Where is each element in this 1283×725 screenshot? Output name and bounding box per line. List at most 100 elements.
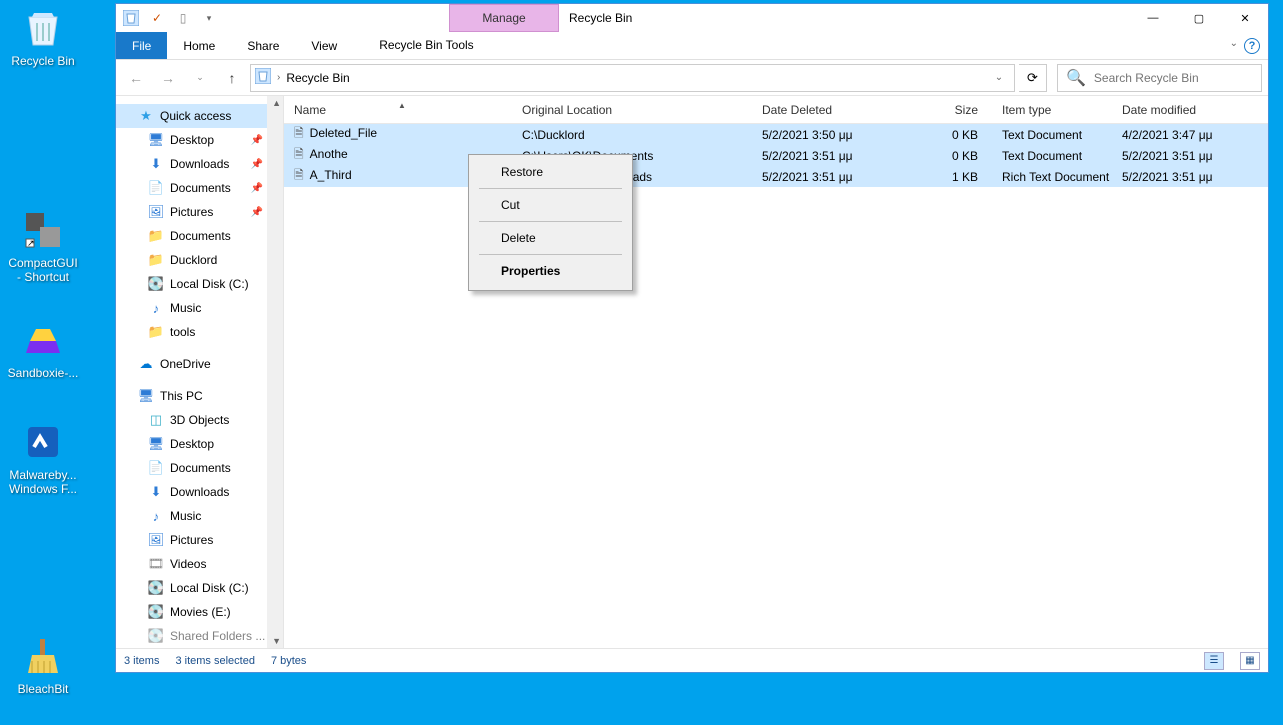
sidebar-item-desktop[interactable]: 🖥Desktop📌 (116, 128, 283, 152)
search-input[interactable] (1094, 71, 1253, 85)
ctx-properties[interactable]: Properties (471, 258, 630, 284)
sidebar-label: Movies (E:) (170, 605, 231, 619)
desktop-icon-compactgui[interactable]: ↗ CompactGUI - Shortcut (6, 206, 80, 285)
sidebar-label: Downloads (170, 485, 229, 499)
music-icon: ♪ (148, 300, 164, 316)
file-row[interactable]: 🗎Anothe C:\Users\OK\Documents 5/2/2021 3… (284, 145, 1268, 166)
ctx-restore[interactable]: Restore (471, 159, 630, 185)
sidebar-item-downloads[interactable]: ⬇Downloads📌 (116, 152, 283, 176)
tab-home[interactable]: Home (167, 32, 231, 59)
music-icon: ♪ (148, 508, 164, 524)
sandboxie-icon (19, 316, 67, 364)
nav-forward-button[interactable]: → (154, 64, 182, 92)
column-name[interactable]: ▲Name (284, 103, 512, 117)
address-icon (255, 68, 271, 87)
desktop-icon-malwarebytes[interactable]: Malwareby... Windows F... (6, 418, 80, 497)
ctx-cut[interactable]: Cut (471, 192, 630, 218)
sidebar-label: Videos (170, 557, 206, 571)
star-icon: ★ (138, 108, 154, 124)
text-file-icon: 🗎 (294, 147, 304, 161)
text-file-icon: 🗎 (294, 126, 304, 140)
sidebar-label: Quick access (160, 109, 231, 123)
file-type: Rich Text Document (992, 170, 1112, 184)
bleachbit-icon (19, 632, 67, 680)
desktop-icon-bleachbit[interactable]: BleachBit (6, 632, 80, 696)
qat-new-folder-icon[interactable]: ▯ (172, 7, 194, 29)
documents-icon: 📄 (148, 180, 164, 196)
tab-share[interactable]: Share (231, 32, 295, 59)
tab-view[interactable]: View (295, 32, 353, 59)
large-icons-view-button[interactable]: ▦ (1240, 652, 1260, 670)
column-size[interactable]: Size (912, 103, 992, 117)
sidebar-label: Shared Folders ... (170, 629, 265, 643)
sidebar-item-3d-objects[interactable]: ◫3D Objects (116, 408, 283, 432)
sidebar-item-documents-2[interactable]: 📁Documents (116, 224, 283, 248)
tab-file[interactable]: File (116, 32, 167, 59)
sidebar-scrollbar[interactable]: ▲ ▼ (267, 96, 283, 648)
nav-recent-dropdown[interactable]: ⌄ (186, 64, 214, 92)
sidebar-onedrive[interactable]: ☁OneDrive (116, 352, 283, 376)
sidebar-item-local-disk-c[interactable]: 💽Local Disk (C:) (116, 576, 283, 600)
sidebar-this-pc[interactable]: 🖥This PC (116, 384, 283, 408)
scroll-up-icon[interactable]: ▲ (272, 98, 281, 108)
sidebar-item-ducklord[interactable]: 📁Ducklord (116, 248, 283, 272)
sidebar-label: Ducklord (170, 253, 217, 267)
column-original-location[interactable]: Original Location (512, 103, 752, 117)
ribbon-expand-icon[interactable]: ⌄ (1230, 32, 1244, 59)
column-date-modified[interactable]: Date modified (1112, 103, 1268, 117)
file-size: 0 KB (912, 128, 992, 142)
close-button[interactable]: ✕ (1222, 4, 1268, 32)
sidebar-item-pictures[interactable]: 🖼Pictures📌 (116, 200, 283, 224)
sidebar-item-tools[interactable]: 📁tools (116, 320, 283, 344)
desktop-icon-sandboxie[interactable]: Sandboxie-... (6, 316, 80, 380)
sidebar-item-videos[interactable]: 🎞Videos (116, 552, 283, 576)
sidebar-label: Documents (170, 229, 231, 243)
context-menu: Restore Cut Delete Properties (468, 154, 633, 291)
disk-icon: 💽 (148, 580, 164, 596)
breadcrumb-current[interactable]: Recycle Bin (286, 71, 349, 85)
address-history-dropdown[interactable]: ⌄ (988, 72, 1010, 83)
sidebar-item-music[interactable]: ♪Music (116, 296, 283, 320)
details-view-button[interactable]: ☰ (1204, 652, 1224, 670)
sidebar-item-music-pc[interactable]: ♪Music (116, 504, 283, 528)
onedrive-icon: ☁ (138, 356, 154, 372)
refresh-button[interactable]: ⟳ (1019, 64, 1047, 92)
sidebar-item-local-disk[interactable]: 💽Local Disk (C:) (116, 272, 283, 296)
file-type: Text Document (992, 149, 1112, 163)
sidebar-item-shared-folders[interactable]: 💽Shared Folders ... (116, 624, 283, 648)
column-date-deleted[interactable]: Date Deleted (752, 103, 912, 117)
tab-recycle-bin-tools[interactable]: Recycle Bin Tools (363, 32, 490, 59)
address-bar[interactable]: › Recycle Bin ⌄ (250, 64, 1015, 92)
pictures-icon: 🖼 (148, 532, 164, 548)
file-name: A_Third (310, 168, 352, 182)
disk-icon: 💽 (148, 604, 164, 620)
sidebar-label: Desktop (170, 133, 214, 147)
maximize-button[interactable]: ▢ (1176, 4, 1222, 32)
search-box[interactable]: 🔍 (1057, 64, 1262, 92)
minimize-button[interactable]: — (1130, 4, 1176, 32)
window-title: Recycle Bin (559, 4, 1130, 32)
sidebar-item-downloads-pc[interactable]: ⬇Downloads (116, 480, 283, 504)
desktop-icon-recycle-bin[interactable]: Recycle Bin (6, 4, 80, 68)
sidebar-item-documents-pc[interactable]: 📄Documents (116, 456, 283, 480)
column-item-type[interactable]: Item type (992, 103, 1112, 117)
sidebar-quick-access[interactable]: ★ Quick access (116, 104, 283, 128)
nav-back-button[interactable]: ← (122, 64, 150, 92)
file-type: Text Document (992, 128, 1112, 142)
qat-customize-icon[interactable]: ▾ (198, 7, 220, 29)
file-row[interactable]: 🗎A_Third C:\Users\OK\Downloads 5/2/2021 … (284, 166, 1268, 187)
sidebar-item-documents[interactable]: 📄Documents📌 (116, 176, 283, 200)
qat-app-icon[interactable] (120, 7, 142, 29)
ribbon-contextual-tab[interactable]: Manage (449, 4, 559, 32)
qat-properties-icon[interactable]: ✓ (146, 7, 168, 29)
nav-up-button[interactable]: ↑ (218, 64, 246, 92)
file-row[interactable]: 🗎Deleted_File C:\Ducklord 5/2/2021 3:50 … (284, 124, 1268, 145)
sidebar-label: 3D Objects (170, 413, 229, 427)
sidebar-item-desktop-pc[interactable]: 🖥Desktop (116, 432, 283, 456)
malwarebytes-icon (19, 418, 67, 466)
sidebar-item-movies-e[interactable]: 💽 Movies (E:) (116, 600, 283, 624)
help-icon[interactable]: ? (1244, 38, 1260, 54)
sidebar-item-pictures-pc[interactable]: 🖼Pictures (116, 528, 283, 552)
ctx-delete[interactable]: Delete (471, 225, 630, 251)
sidebar-label: Pictures (170, 205, 213, 219)
